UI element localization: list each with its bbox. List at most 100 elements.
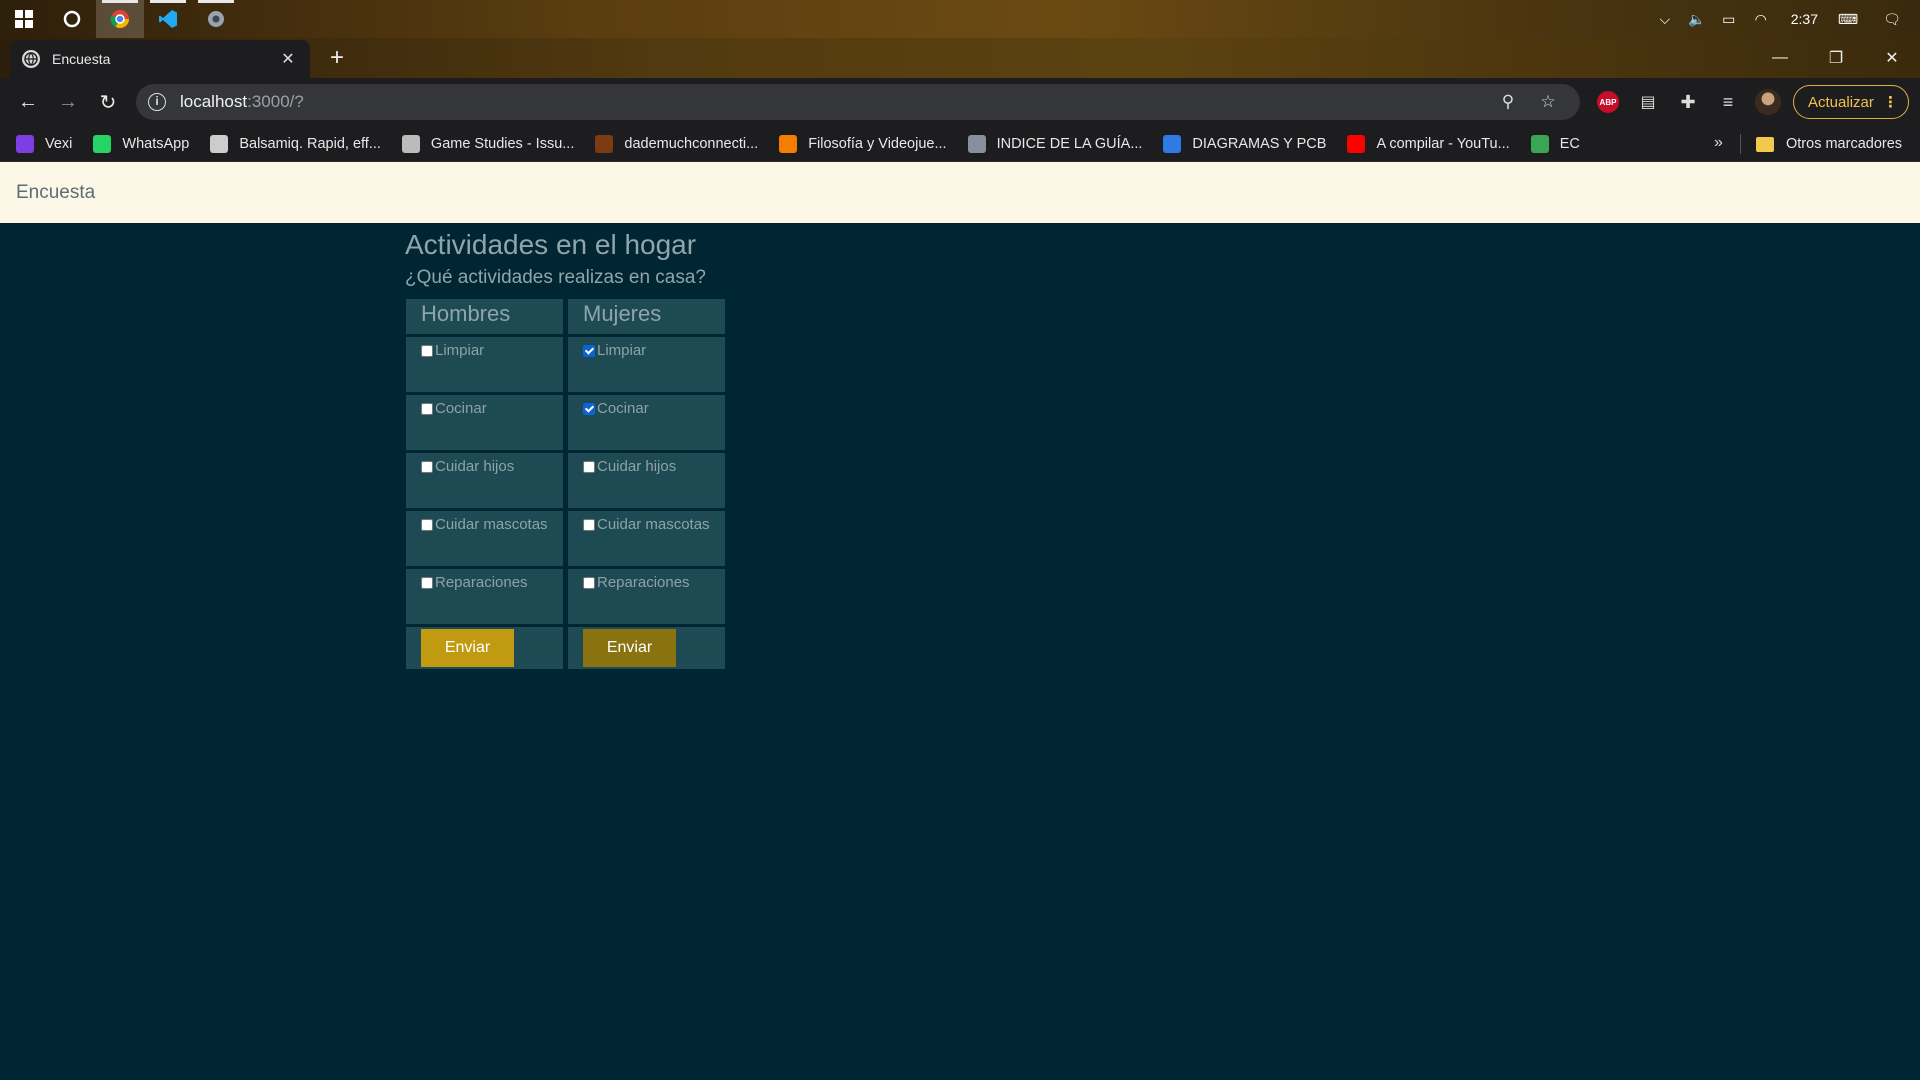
address-bar[interactable]: i localhost:3000/? ⚲ ☆ bbox=[136, 84, 1580, 120]
checkbox[interactable] bbox=[421, 345, 433, 357]
tab-strip: Encuesta ✕ + — ❐ ✕ bbox=[0, 38, 1920, 78]
navbar-brand[interactable]: Encuesta bbox=[16, 182, 95, 204]
checkbox-option[interactable]: Cocinar bbox=[568, 395, 725, 450]
checkbox-label[interactable]: Cocinar bbox=[597, 400, 649, 417]
checkbox-option[interactable]: Reparaciones bbox=[406, 569, 563, 624]
window-controls: — ❐ ✕ bbox=[1752, 38, 1920, 78]
new-tab-button[interactable]: + bbox=[324, 46, 350, 72]
site-info-icon[interactable]: i bbox=[148, 93, 166, 111]
bookmark-label: dademuchconnecti... bbox=[624, 135, 759, 152]
checkbox-option[interactable]: Cuidar mascotas bbox=[406, 511, 563, 566]
enviar-button[interactable]: Enviar bbox=[583, 629, 676, 667]
zoom-icon[interactable]: ⚲ bbox=[1488, 92, 1528, 112]
web-page: Encuesta Actividades en el hogar ¿Qué ac… bbox=[0, 162, 1920, 1080]
checkbox[interactable] bbox=[583, 403, 595, 415]
taskbar-vscode[interactable] bbox=[144, 0, 192, 38]
checkbox[interactable] bbox=[583, 461, 595, 473]
battery-icon[interactable]: ▭ bbox=[1713, 0, 1745, 38]
wifi-icon[interactable]: ◠ bbox=[1745, 0, 1777, 38]
checkbox-option[interactable]: Cocinar bbox=[406, 395, 563, 450]
bookmark-favicon-icon bbox=[1347, 134, 1366, 153]
bookmark-item[interactable]: INDICE DE LA GUÍA... bbox=[967, 134, 1142, 153]
bookmark-favicon-icon bbox=[595, 134, 614, 153]
restore-icon[interactable]: ❐ bbox=[1808, 38, 1864, 78]
windows-start-button[interactable] bbox=[0, 0, 48, 38]
media-queue-icon[interactable]: ≡ bbox=[1708, 82, 1748, 122]
checkbox-label[interactable]: Cuidar hijos bbox=[435, 458, 514, 475]
bookmark-favicon-icon bbox=[16, 134, 34, 153]
bookmark-label: Filosofía y Videojue... bbox=[808, 135, 947, 152]
bookmarks-overflow-button[interactable]: » bbox=[1714, 134, 1723, 152]
bookmark-label: WhatsApp bbox=[122, 135, 190, 152]
checkbox-label[interactable]: Limpiar bbox=[435, 342, 484, 359]
checkbox[interactable] bbox=[583, 519, 595, 531]
bookmark-label: EC bbox=[1559, 135, 1580, 152]
vscode-icon bbox=[159, 10, 177, 28]
checkbox[interactable] bbox=[421, 403, 433, 415]
checkbox-label[interactable]: Limpiar bbox=[597, 342, 646, 359]
checkbox-label[interactable]: Reparaciones bbox=[435, 574, 528, 591]
bookmark-item[interactable]: Filosofía y Videojue... bbox=[779, 134, 947, 153]
more-menu-icon: ⋮ bbox=[1883, 94, 1898, 111]
enviar-button[interactable]: Enviar bbox=[421, 629, 514, 667]
keyboard-icon[interactable]: ⌨ bbox=[1832, 0, 1864, 38]
browser-toolbar: ← → ↻ i localhost:3000/? ⚲ ☆ ABP ▤ ✚ ≡ A… bbox=[0, 78, 1920, 126]
adblock-extension[interactable]: ABP bbox=[1588, 82, 1628, 122]
checkbox-label[interactable]: Cuidar hijos bbox=[597, 458, 676, 475]
extensions-puzzle-icon[interactable]: ✚ bbox=[1668, 82, 1708, 122]
bookmark-star-icon[interactable]: ☆ bbox=[1528, 92, 1568, 112]
other-bookmarks-folder[interactable]: Otros marcadores bbox=[1756, 126, 1902, 162]
checkbox-option[interactable]: Cuidar hijos bbox=[406, 453, 563, 508]
reload-icon[interactable]: ↻ bbox=[88, 82, 128, 122]
bookmark-item[interactable]: A compilar - YouTu... bbox=[1347, 134, 1510, 153]
bookmark-label: Vexi bbox=[45, 135, 73, 152]
bookmark-item[interactable]: Balsamiq. Rapid, eff... bbox=[210, 134, 381, 153]
tab-encuesta[interactable]: Encuesta ✕ bbox=[10, 40, 310, 78]
checkbox-option[interactable]: Cuidar mascotas bbox=[568, 511, 725, 566]
checkbox-label[interactable]: Cocinar bbox=[435, 400, 487, 417]
bookmark-item[interactable]: WhatsApp bbox=[93, 134, 190, 153]
bookmark-favicon-icon bbox=[1530, 134, 1549, 153]
checkbox[interactable] bbox=[421, 519, 433, 531]
forward-icon[interactable]: → bbox=[48, 82, 88, 122]
taskbar-chrome[interactable] bbox=[96, 0, 144, 38]
checkbox-label[interactable]: Cuidar mascotas bbox=[597, 516, 710, 533]
checkbox[interactable] bbox=[583, 345, 595, 357]
back-icon[interactable]: ← bbox=[8, 82, 48, 122]
checkbox-label[interactable]: Reparaciones bbox=[597, 574, 690, 591]
close-window-icon[interactable]: ✕ bbox=[1864, 38, 1920, 78]
windows-logo-icon bbox=[15, 10, 33, 28]
checkbox[interactable] bbox=[421, 577, 433, 589]
minimize-icon[interactable]: — bbox=[1752, 38, 1808, 78]
checkbox[interactable] bbox=[583, 577, 595, 589]
bookmark-item[interactable]: dademuchconnecti... bbox=[595, 134, 759, 153]
bookmark-favicon-icon bbox=[1163, 134, 1182, 153]
folder-icon bbox=[1756, 136, 1774, 152]
volume-icon[interactable]: 🔈 bbox=[1681, 0, 1713, 38]
checkbox-option[interactable]: Cuidar hijos bbox=[568, 453, 725, 508]
bookmark-item[interactable]: Vexi bbox=[16, 134, 73, 153]
checkbox[interactable] bbox=[421, 461, 433, 473]
bookmark-favicon-icon bbox=[210, 134, 229, 153]
chevron-up-icon[interactable]: ⌵ bbox=[1649, 0, 1681, 38]
notifications-icon[interactable]: 🗨 bbox=[1864, 0, 1920, 38]
bookmark-item[interactable]: EC bbox=[1530, 134, 1580, 153]
checkbox-option[interactable]: Limpiar bbox=[406, 337, 563, 392]
bookmark-item[interactable]: Game Studies - Issu... bbox=[401, 134, 574, 153]
bookmark-label: Balsamiq. Rapid, eff... bbox=[239, 135, 381, 152]
clock[interactable]: 2:37 bbox=[1777, 11, 1832, 27]
bookmark-item[interactable]: DIAGRAMAS Y PCB bbox=[1163, 134, 1327, 153]
bookmark-favicon-icon bbox=[967, 134, 986, 153]
checkbox-option[interactable]: Limpiar bbox=[568, 337, 725, 392]
close-tab-icon[interactable]: ✕ bbox=[278, 49, 298, 69]
survey-container: Actividades en el hogar ¿Qué actividades… bbox=[405, 223, 725, 669]
checkbox-label[interactable]: Cuidar mascotas bbox=[435, 516, 548, 533]
update-button[interactable]: Actualizar ⋮ bbox=[1793, 85, 1909, 119]
cast-icon[interactable]: ▤ bbox=[1628, 82, 1668, 122]
taskbar-other-app[interactable] bbox=[192, 0, 240, 38]
bookmark-label: DIAGRAMAS Y PCB bbox=[1192, 135, 1327, 152]
checkbox-option[interactable]: Reparaciones bbox=[568, 569, 725, 624]
profile-avatar[interactable] bbox=[1748, 82, 1788, 122]
bookmark-favicon-icon bbox=[401, 134, 420, 153]
cortana-button[interactable] bbox=[48, 0, 96, 38]
